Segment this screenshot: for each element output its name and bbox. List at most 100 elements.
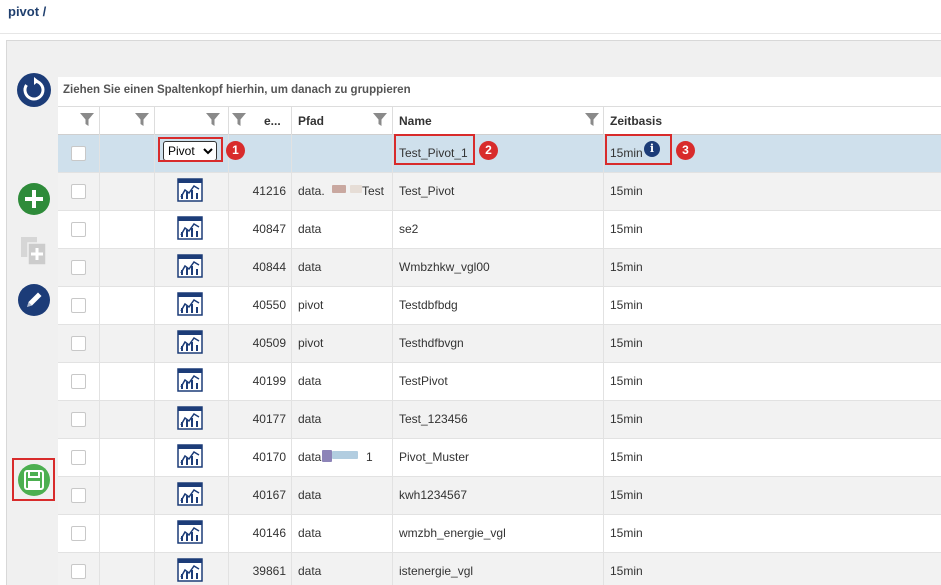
column-header-path[interactable]: Pfad xyxy=(292,107,393,135)
pivot-grid: e... Pfad Name Zeitbasis Pivot Test_Pivo… xyxy=(58,107,941,585)
filter-icon[interactable] xyxy=(373,113,387,127)
cell-name[interactable]: wmzbh_energie_vgl xyxy=(393,515,604,553)
edit-button[interactable] xyxy=(17,283,51,317)
table-row[interactable]: 40177 data Test_123456 15min xyxy=(58,401,941,439)
row-checkbox[interactable] xyxy=(71,222,86,237)
id-value: 41216 xyxy=(252,184,286,198)
row-checkbox[interactable] xyxy=(71,412,86,427)
pivot-chart-icon xyxy=(177,482,203,506)
column-header-zeitbasis[interactable]: Zeitbasis xyxy=(604,107,941,135)
row-checkbox[interactable] xyxy=(71,450,86,465)
annotation-box-type xyxy=(158,137,223,162)
row-select-cell[interactable] xyxy=(58,135,100,173)
filter-icon[interactable] xyxy=(135,113,149,127)
id-value: 40167 xyxy=(252,488,286,502)
table-row[interactable]: 40199 data TestPivot 15min xyxy=(58,363,941,401)
row-checkbox[interactable] xyxy=(71,564,86,579)
cell-name[interactable]: istenergie_vgl xyxy=(393,553,604,585)
row-checkbox[interactable] xyxy=(71,488,86,503)
row-select-cell[interactable] xyxy=(58,439,100,477)
filter-icon[interactable] xyxy=(232,113,246,127)
annotation-badge-3: 3 xyxy=(676,141,695,160)
table-row[interactable]: 40550 pivot Testdbfbdg 15min xyxy=(58,287,941,325)
row-checkbox[interactable] xyxy=(71,374,86,389)
cell-name[interactable]: Testdbfbdg xyxy=(393,287,604,325)
table-row[interactable]: 40847 data se2 15min xyxy=(58,211,941,249)
cell-type xyxy=(155,325,229,363)
cell-c2 xyxy=(100,287,155,325)
row-select-cell[interactable] xyxy=(58,477,100,515)
cell-name[interactable]: Test_123456 xyxy=(393,401,604,439)
row-select-cell[interactable] xyxy=(58,363,100,401)
table-row[interactable]: 41216 data. Test Test_Pivot 15min xyxy=(58,173,941,211)
cell-name[interactable]: Test_Pivot xyxy=(393,173,604,211)
table-row[interactable]: 40509 pivot Testhdfbvgn 15min xyxy=(58,325,941,363)
cell-name[interactable]: Pivot_Muster xyxy=(393,439,604,477)
add-icon xyxy=(18,183,50,215)
cell-path xyxy=(292,135,393,173)
column-header-id[interactable]: e... xyxy=(229,107,292,135)
column-header-select[interactable] xyxy=(58,107,100,135)
cell-name[interactable]: Testhdfbvgn xyxy=(393,325,604,363)
edit-icon xyxy=(18,284,50,316)
row-checkbox[interactable] xyxy=(71,184,86,199)
id-value: 40146 xyxy=(252,526,286,540)
cell-type xyxy=(155,363,229,401)
cell-zeitbasis: 15min xyxy=(604,325,941,363)
save-button[interactable] xyxy=(17,463,51,497)
table-row[interactable]: 40844 data Wmbzhkw_vgl00 15min xyxy=(58,249,941,287)
cell-type xyxy=(155,553,229,585)
refresh-button[interactable] xyxy=(17,73,51,107)
table-row[interactable]: 40146 data wmzbh_energie_vgl 15min xyxy=(58,515,941,553)
copy-button[interactable] xyxy=(17,234,51,268)
id-value: 40199 xyxy=(252,374,286,388)
cell-c2 xyxy=(100,249,155,287)
cell-path: data xyxy=(292,249,393,287)
cell-path: pivot xyxy=(292,287,393,325)
row-select-cell[interactable] xyxy=(58,173,100,211)
row-checkbox[interactable] xyxy=(71,260,86,275)
row-checkbox[interactable] xyxy=(71,146,86,161)
cell-name[interactable]: TestPivot xyxy=(393,363,604,401)
row-select-cell[interactable] xyxy=(58,211,100,249)
row-select-cell[interactable] xyxy=(58,401,100,439)
filter-icon[interactable] xyxy=(585,113,599,127)
add-button[interactable] xyxy=(17,182,51,216)
table-row[interactable]: 39861 data istenergie_vgl 15min xyxy=(58,553,941,585)
cell-path: data xyxy=(292,515,393,553)
filter-icon[interactable] xyxy=(80,113,94,127)
column-header-label: Pfad xyxy=(298,114,325,128)
table-row[interactable]: 40170 data. 1 Pivot_Muster 15min xyxy=(58,439,941,477)
column-header-name[interactable]: Name xyxy=(393,107,604,135)
cell-name[interactable]: kwh1234567 xyxy=(393,477,604,515)
pivot-chart-icon xyxy=(177,292,203,316)
zeitbasis-value: 15min xyxy=(610,184,643,198)
row-select-cell[interactable] xyxy=(58,515,100,553)
column-header-type[interactable] xyxy=(155,107,229,135)
row-checkbox[interactable] xyxy=(71,336,86,351)
table-row[interactable]: 40167 data kwh1234567 15min xyxy=(58,477,941,515)
row-select-cell[interactable] xyxy=(58,325,100,363)
row-select-cell[interactable] xyxy=(58,287,100,325)
cell-zeitbasis: 15min xyxy=(604,249,941,287)
row-checkbox[interactable] xyxy=(71,298,86,313)
cell-zeitbasis: 15min xyxy=(604,477,941,515)
cell-name[interactable]: se2 xyxy=(393,211,604,249)
cell-id: 40199 xyxy=(229,363,292,401)
row-select-cell[interactable] xyxy=(58,249,100,287)
path-suffix: Test xyxy=(362,184,385,198)
cell-path: data xyxy=(292,477,393,515)
zeitbasis-value: 15min xyxy=(610,412,643,426)
cell-name[interactable]: Wmbzhkw_vgl00 xyxy=(393,249,604,287)
filter-icon[interactable] xyxy=(206,113,220,127)
row-checkbox[interactable] xyxy=(71,526,86,541)
path-value: data xyxy=(298,526,322,540)
row-select-cell[interactable] xyxy=(58,553,100,585)
copy-icon xyxy=(21,237,47,266)
column-header-c2[interactable] xyxy=(100,107,155,135)
cell-c2 xyxy=(100,553,155,585)
cell-type xyxy=(155,515,229,553)
zeitbasis-value: 15min xyxy=(610,260,643,274)
cell-c2 xyxy=(100,363,155,401)
group-by-drop-zone[interactable]: Ziehen Sie einen Spaltenkopf hierhin, um… xyxy=(58,77,941,107)
